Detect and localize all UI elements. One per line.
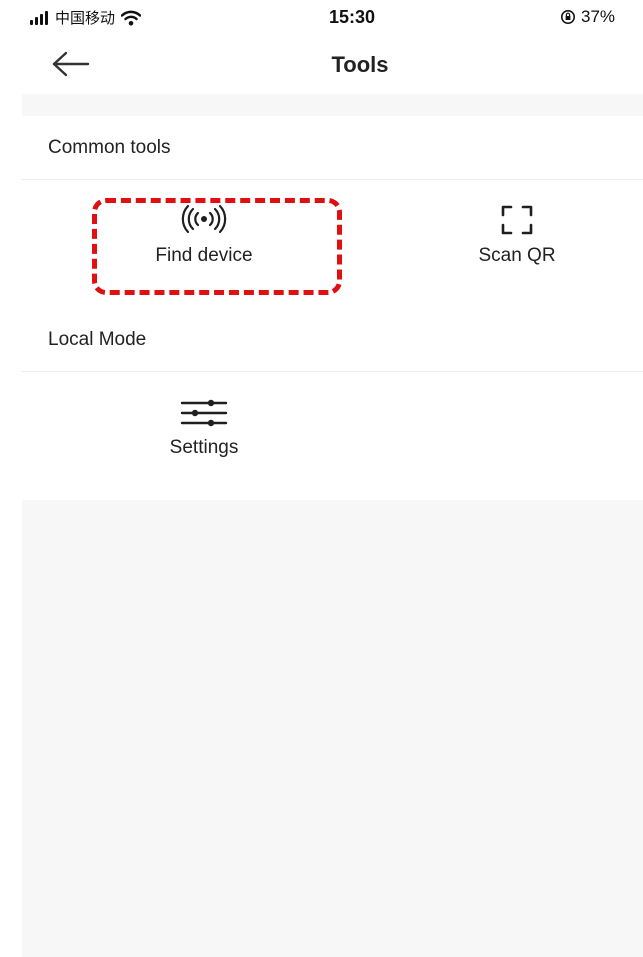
status-time: 15:30 — [329, 7, 376, 27]
carrier-name: 中国移动 — [55, 9, 116, 27]
left-margin — [0, 0, 22, 957]
page-title: Tools — [331, 52, 389, 77]
highlight-annotation — [92, 198, 342, 295]
scan-qr-tool[interactable]: Scan QR — [427, 180, 607, 300]
status-right: 37% — [560, 7, 615, 27]
section-header-common-tools: Common tools — [22, 116, 643, 180]
battery-percentage: 37% — [581, 7, 616, 26]
scan-frame-icon — [427, 204, 607, 235]
empty-content-area — [22, 503, 643, 957]
sliders-icon — [114, 396, 294, 427]
wifi-icon — [121, 10, 142, 26]
status-left: 中国移动 — [30, 7, 142, 28]
orientation-lock-icon — [561, 10, 575, 24]
status-bar: 中国移动 15:30 37% — [0, 0, 643, 36]
settings-tool[interactable]: Settings — [114, 372, 294, 492]
local-mode-grid: Settings — [22, 372, 643, 500]
scan-qr-label: Scan QR — [478, 245, 556, 266]
section-header-local-mode: Local Mode — [22, 308, 643, 372]
signal-icon — [30, 10, 50, 25]
local-mode-section: Local Mode Settings — [22, 308, 643, 500]
nav-bar: Tools — [0, 36, 643, 94]
settings-label: Settings — [169, 437, 239, 458]
